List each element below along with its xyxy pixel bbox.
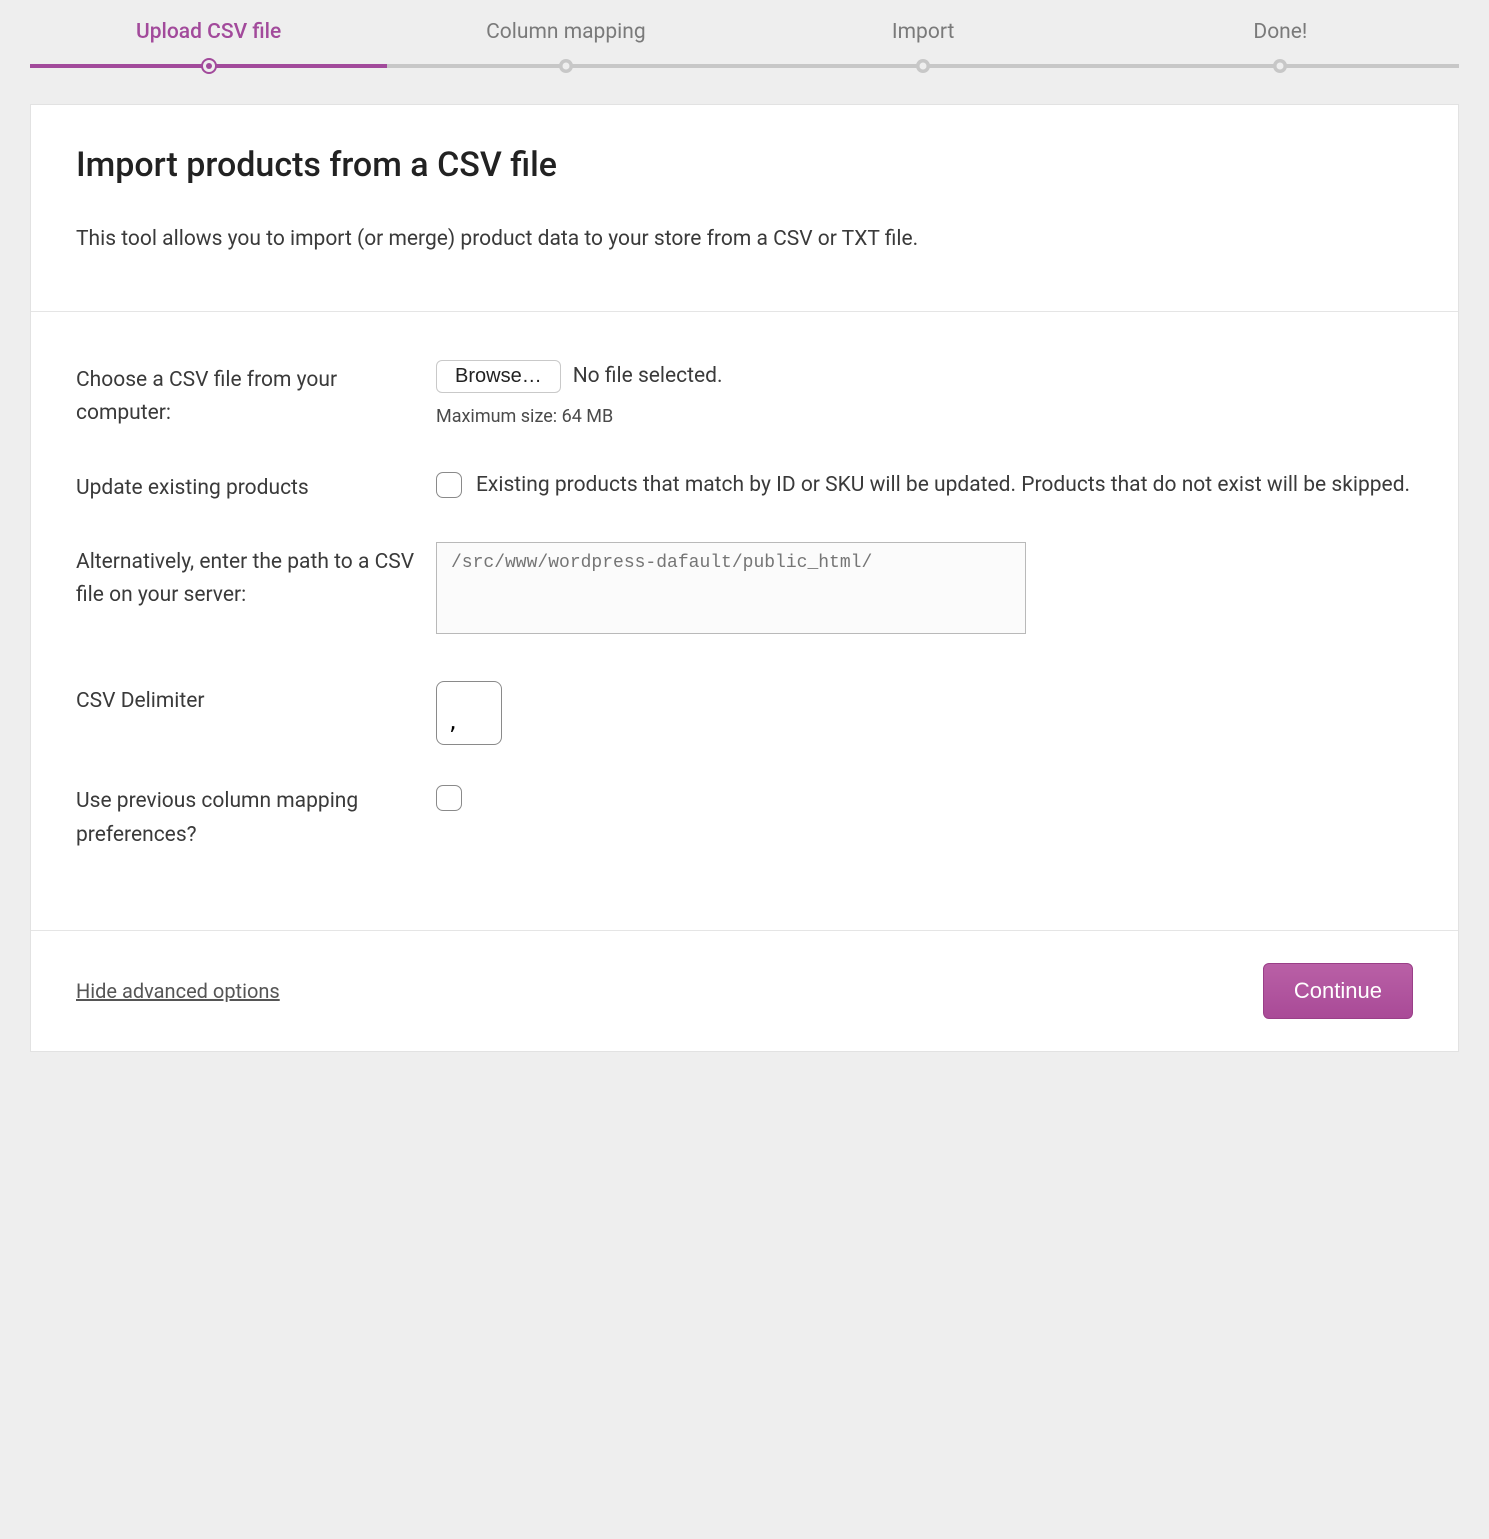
prev-mapping-checkbox[interactable] [436, 785, 462, 811]
page-title: Import products from a CSV file [76, 145, 1413, 185]
update-existing-checkbox[interactable] [436, 472, 462, 498]
step-upload: Upload CSV file [30, 20, 387, 64]
step-done-label: Done! [1102, 20, 1459, 64]
card-footer: Hide advanced options Continue [31, 931, 1458, 1051]
step-mapping: Column mapping [387, 20, 744, 64]
update-existing-description: Existing products that match by ID or SK… [476, 468, 1410, 504]
step-dot-icon [201, 58, 217, 74]
step-done: Done! [1102, 20, 1459, 64]
row-choose-file: Choose a CSV file from your computer: Br… [76, 342, 1413, 450]
browse-button[interactable]: Browse… [436, 360, 561, 393]
card-header: Import products from a CSV file This too… [31, 105, 1458, 312]
step-mapping-label: Column mapping [387, 20, 744, 64]
card-body: Choose a CSV file from your computer: Br… [31, 312, 1458, 932]
prev-mapping-label: Use previous column mapping preferences? [76, 781, 436, 852]
step-import-label: Import [745, 20, 1102, 64]
row-update-existing: Update existing products Existing produc… [76, 450, 1413, 524]
toggle-advanced-link[interactable]: Hide advanced options [76, 979, 280, 1003]
row-server-path: Alternatively, enter the path to a CSV f… [76, 524, 1413, 664]
server-path-input[interactable] [436, 542, 1026, 634]
continue-button[interactable]: Continue [1263, 963, 1413, 1019]
step-dot-icon [1273, 59, 1287, 73]
file-status-text: No file selected. [573, 360, 723, 394]
step-dot-icon [559, 59, 573, 73]
import-card: Import products from a CSV file This too… [30, 104, 1459, 1052]
delimiter-label: CSV Delimiter [76, 681, 436, 719]
page-description: This tool allows you to import (or merge… [76, 223, 1413, 256]
row-delimiter: CSV Delimiter [76, 663, 1413, 763]
step-dot-icon [916, 59, 930, 73]
delimiter-input[interactable] [436, 681, 502, 745]
server-path-label: Alternatively, enter the path to a CSV f… [76, 542, 436, 613]
row-prev-mapping: Use previous column mapping preferences? [76, 763, 1413, 870]
progress-steps: Upload CSV file Column mapping Import Do… [30, 20, 1459, 64]
step-import: Import [745, 20, 1102, 64]
max-size-hint: Maximum size: 64 MB [436, 403, 1413, 432]
choose-file-label: Choose a CSV file from your computer: [76, 360, 436, 431]
update-existing-label: Update existing products [76, 468, 436, 506]
